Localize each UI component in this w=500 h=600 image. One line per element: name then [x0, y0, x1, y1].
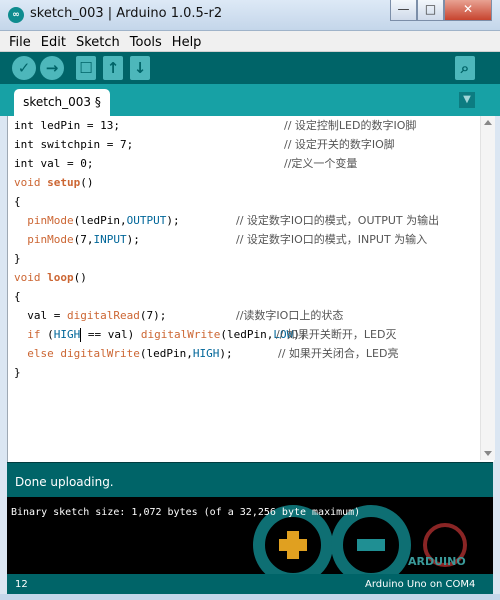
check-icon: ✓: [17, 59, 31, 77]
minimize-button[interactable]: —: [390, 0, 417, 21]
code-comment: // 设定数字IO口的模式，INPUT 为输入: [236, 233, 428, 246]
code-line: pinMode(7,INPUT);// 设定数字IO口的模式，INPUT 为输入: [14, 230, 480, 249]
tab-sketch[interactable]: sketch_003 §: [14, 89, 110, 116]
code-line: val = digitalRead(7);//读数字IO口上的状态: [14, 306, 480, 325]
menu-file[interactable]: File: [4, 33, 36, 53]
code-line: if (HIGH == val) digitalWrite(ledPin,LOW…: [14, 325, 480, 344]
scrollbar-arrows-icon: [484, 120, 492, 456]
code-comment: // 如果开关断开，LED灭: [276, 328, 397, 341]
status-bar: Done uploading.: [7, 462, 493, 498]
code-line: int switchpin = 7;// 设定开关的数字IO脚: [14, 135, 480, 154]
code-editor[interactable]: int ledPin = 13;// 设定控制LED的数字IO脚 int swi…: [7, 116, 495, 462]
arrow-right-icon: →: [45, 59, 59, 77]
code-line: pinMode(ledPin,OUTPUT);// 设定数字IO口的模式，OUT…: [14, 211, 480, 230]
tab-menu-button[interactable]: ▼: [459, 92, 475, 108]
save-button[interactable]: ↓: [130, 56, 150, 80]
code-comment: // 如果开关闭合，LED亮: [278, 347, 399, 360]
footer-bar: 12 Arduino Uno on COM4: [7, 574, 493, 594]
code-line: void setup(): [14, 176, 94, 189]
console-text: Binary sketch size: 1,072 bytes (of a 32…: [11, 507, 361, 518]
window-frame-bottom: [0, 594, 500, 600]
code-comment: // 设定数字IO口的模式，OUTPUT 为输出: [236, 214, 440, 227]
line-number: 12: [15, 579, 28, 590]
menu-edit[interactable]: Edit: [36, 33, 71, 53]
code-line: }: [14, 366, 21, 379]
arduino-logo-icon: ∞: [8, 7, 24, 23]
new-file-icon: ☐: [79, 59, 93, 77]
code-comment: //定义一个变量: [284, 157, 358, 170]
magnifier-icon: ⌕: [460, 59, 470, 77]
code-comment: // 设定控制LED的数字IO脚: [284, 119, 417, 132]
code-comment: //读数字IO口上的状态: [236, 309, 344, 322]
arrow-up-icon: ↑: [106, 59, 120, 77]
new-button[interactable]: ☐: [76, 56, 96, 80]
toolbar: ✓ → ☐ ↑ ↓ ⌕: [0, 52, 500, 84]
window-title: sketch_003 | Arduino 1.0.5-r2: [30, 6, 223, 21]
menu-sketch[interactable]: Sketch: [71, 33, 125, 53]
code-line: else digitalWrite(ledPin,HIGH);// 如果开关闭合…: [14, 344, 480, 363]
menu-tools[interactable]: Tools: [125, 33, 167, 53]
serial-monitor-button[interactable]: ⌕: [455, 56, 475, 80]
tab-bar: sketch_003 § ▼: [0, 84, 500, 116]
menu-bar: File Edit Sketch Tools Help: [0, 31, 500, 52]
title-bar: ∞ sketch_003 | Arduino 1.0.5-r2 — □ ✕: [0, 0, 500, 31]
status-message: Done uploading.: [15, 475, 114, 489]
code-comment: // 设定开关的数字IO脚: [284, 138, 395, 151]
upload-button[interactable]: →: [40, 56, 64, 80]
chevron-down-icon: ▼: [463, 94, 471, 105]
maximize-button[interactable]: □: [417, 0, 444, 21]
verify-button[interactable]: ✓: [12, 56, 36, 80]
code-line: {: [14, 290, 21, 303]
editor-text-area[interactable]: int ledPin = 13;// 设定控制LED的数字IO脚 int swi…: [14, 116, 480, 460]
code-line: int ledPin = 13;// 设定控制LED的数字IO脚: [14, 116, 480, 135]
editor-scrollbar[interactable]: [480, 116, 495, 460]
menu-help[interactable]: Help: [167, 33, 207, 53]
open-button[interactable]: ↑: [103, 56, 123, 80]
code-line: }: [14, 252, 21, 265]
code-line: {: [14, 195, 21, 208]
code-line: void loop(): [14, 271, 87, 284]
arrow-down-icon: ↓: [133, 59, 147, 77]
arduino-watermark-text: ARDUINO: [408, 555, 466, 568]
board-port-label: Arduino Uno on COM4: [365, 579, 476, 590]
code-line: int val = 0;//定义一个变量: [14, 154, 480, 173]
close-button[interactable]: ✕: [444, 0, 492, 21]
